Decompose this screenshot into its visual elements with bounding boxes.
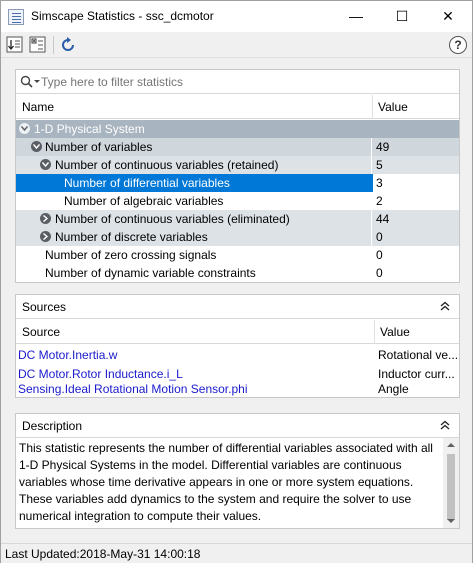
- description-panel: Description This statistic represents th…: [15, 413, 460, 529]
- tree-row-dynamic-constraints[interactable]: Number of dynamic variable constraints 0: [16, 264, 459, 282]
- sources-column-header: Source Value: [16, 320, 459, 344]
- statistics-panel: Name Value 1-D Physical System Number of…: [15, 69, 460, 283]
- column-header-value[interactable]: Value: [378, 100, 408, 114]
- sort-descending-icon[interactable]: [5, 35, 25, 55]
- row-label: Number of algebraic variables: [64, 194, 224, 208]
- row-label: Number of continuous variables (eliminat…: [55, 212, 290, 226]
- maximize-button[interactable]: ☐: [379, 1, 425, 32]
- description-scrollbar[interactable]: [443, 438, 459, 528]
- help-icon[interactable]: ?: [449, 36, 467, 54]
- collapse-toggle-icon[interactable]: [19, 123, 30, 134]
- row-label: Number of differential variables: [64, 176, 230, 190]
- tree-row-zero-crossing[interactable]: Number of zero crossing signals 0: [16, 246, 459, 264]
- tree-row-continuous-retained[interactable]: Number of continuous variables (retained…: [16, 156, 459, 174]
- row-value: 44: [376, 212, 390, 226]
- sources-header: Sources: [16, 295, 459, 319]
- row-value: 3: [373, 174, 459, 192]
- column-header-name[interactable]: Name: [22, 100, 54, 114]
- scrollbar-thumb[interactable]: [447, 454, 455, 520]
- row-label: 1-D Physical System: [34, 122, 145, 136]
- column-header-source[interactable]: Source: [22, 325, 60, 339]
- tree-row-differential-variables[interactable]: Number of differential variables 3: [16, 174, 459, 192]
- tree-row-discrete-variables[interactable]: Number of discrete variables 0: [16, 228, 459, 246]
- tree-row-number-of-variables[interactable]: Number of variables 49: [16, 138, 459, 156]
- description-title: Description: [22, 419, 83, 433]
- row-value: 5: [376, 158, 383, 172]
- app-window: Simscape Statistics - ssc_dcmotor — ☐ ✕: [0, 0, 473, 563]
- tree-row-algebraic-variables[interactable]: Number of algebraic variables 2: [16, 192, 459, 210]
- source-row[interactable]: DC Motor.Inertia.w Rotational ve...: [16, 345, 459, 364]
- source-value: Rotational ve...: [378, 348, 458, 362]
- minimize-button[interactable]: —: [333, 1, 379, 32]
- scroll-up-icon[interactable]: [447, 442, 455, 448]
- last-updated-text: Last Updated:2018-May-31 14:00:18: [5, 547, 201, 561]
- row-value: 0: [376, 230, 383, 244]
- collapse-toggle-icon[interactable]: [40, 159, 51, 170]
- source-link[interactable]: DC Motor.Inertia.w: [18, 348, 117, 362]
- tree-row-physical-system[interactable]: 1-D Physical System: [16, 120, 459, 138]
- tree-row-continuous-eliminated[interactable]: Number of continuous variables (eliminat…: [16, 210, 459, 228]
- collapse-toggle-icon[interactable]: [31, 141, 42, 152]
- sources-panel: Sources Source Value DC Motor.Inertia.w …: [15, 294, 460, 398]
- source-value: Angle: [378, 382, 409, 396]
- column-header-value[interactable]: Value: [380, 325, 410, 339]
- collapse-section-icon[interactable]: [439, 300, 451, 312]
- statistics-column-header: Name Value: [16, 95, 459, 119]
- row-label: Number of zero crossing signals: [45, 248, 217, 262]
- source-link[interactable]: Sensing.Ideal Rotational Motion Sensor.p…: [18, 382, 247, 396]
- toolbar: ?: [1, 32, 472, 58]
- filter-bar: [16, 70, 459, 94]
- refresh-icon[interactable]: [58, 35, 78, 55]
- row-value: 2: [376, 194, 383, 208]
- row-label: Number of variables: [45, 140, 153, 154]
- filter-input[interactable]: [41, 73, 451, 91]
- scroll-down-icon[interactable]: [447, 518, 455, 524]
- row-label: Number of discrete variables: [55, 230, 208, 244]
- row-label: Number of dynamic variable constraints: [45, 266, 256, 280]
- row-label: Number of continuous variables (retained…: [55, 158, 279, 172]
- row-value: 0: [376, 266, 383, 280]
- expand-all-icon[interactable]: [28, 35, 48, 55]
- title-bar[interactable]: Simscape Statistics - ssc_dcmotor — ☐ ✕: [1, 1, 472, 32]
- close-button[interactable]: ✕: [425, 1, 471, 32]
- row-value: 49: [376, 140, 390, 154]
- toolbar-separator: [53, 36, 54, 54]
- source-row[interactable]: Sensing.Ideal Rotational Motion Sensor.p…: [16, 379, 459, 398]
- sources-title: Sources: [22, 300, 67, 314]
- window-title: Simscape Statistics - ssc_dcmotor: [31, 9, 214, 23]
- row-value: 0: [376, 248, 383, 262]
- search-icon: [20, 75, 42, 89]
- collapse-section-icon[interactable]: [439, 419, 451, 431]
- description-text: This statistic represents the number of …: [19, 441, 433, 523]
- statistics-app-icon: [8, 9, 24, 25]
- expand-toggle-icon[interactable]: [40, 213, 51, 224]
- status-bar: Last Updated:2018-May-31 14:00:18: [1, 543, 472, 563]
- expand-toggle-icon[interactable]: [40, 231, 51, 242]
- description-header: Description: [16, 414, 459, 438]
